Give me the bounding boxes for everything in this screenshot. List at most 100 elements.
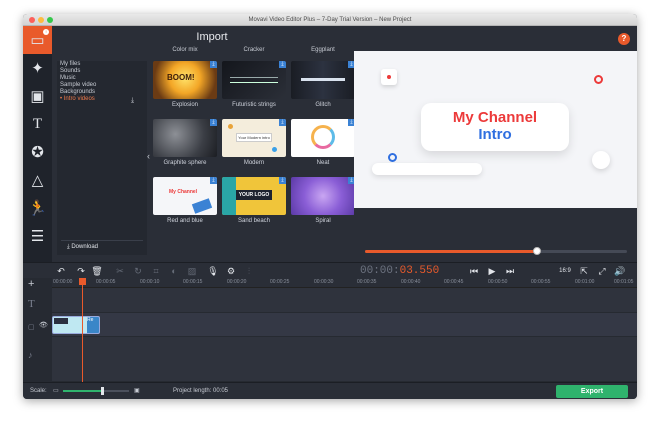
video-clip[interactable]: Re (52, 316, 100, 334)
more-tools-button[interactable]: 🏃 (23, 194, 52, 222)
minimize-window-button[interactable] (38, 17, 44, 23)
thumb-caption: Glitch (315, 102, 331, 108)
thumb-graphite-sphere[interactable]: ⤓ (153, 119, 217, 157)
zoom-window-button[interactable] (47, 17, 53, 23)
scale-handle[interactable] (101, 387, 105, 395)
settings-button[interactable]: ⚙ (224, 265, 238, 277)
play-icon: ▶ (488, 266, 496, 276)
thumb-caption: Modern (243, 160, 265, 166)
star-icon: ✪ (31, 144, 44, 161)
menu-button[interactable]: ☰ (23, 222, 52, 250)
download-icon[interactable]: ⤓ (210, 119, 217, 126)
audio-track[interactable] (52, 337, 637, 382)
close-window-button[interactable] (29, 17, 35, 23)
fullscreen-button[interactable]: ⤢ (595, 265, 609, 277)
aspect-ratio-button[interactable]: 16:9 (556, 265, 574, 277)
seek-handle[interactable] (532, 247, 541, 255)
download-icon[interactable]: ⤓ (210, 177, 217, 184)
video-track-icon: ▢ (28, 324, 35, 331)
rotate-button[interactable]: ↻ (131, 265, 145, 277)
crop-icon: ⌗ (153, 266, 159, 276)
scale-slider[interactable] (63, 387, 129, 395)
chevron-left-icon: ‹ (147, 151, 150, 161)
download-icon[interactable]: ⤓ (279, 177, 286, 184)
left-toolbar: ▭ ! ✦ ▣ T ✪ △ 🏃 ☰ (23, 26, 52, 262)
download-button[interactable]: ⤓ Download (61, 240, 143, 252)
undo-button[interactable]: ↶ (54, 265, 68, 277)
thumb-sand-beach[interactable]: YOUR LOGO ⤓ (222, 177, 286, 215)
title-track-icon: T (28, 298, 35, 310)
export-button[interactable]: Export (556, 385, 628, 398)
delete-button[interactable]: 🗑 (90, 265, 104, 277)
timeline[interactable]: + T ▢ ♪ 00:00:00 00:00:05 00:00:10 00:00… (23, 278, 637, 382)
import-icon: ▭ (30, 32, 45, 49)
scale-label: Scale: (30, 388, 47, 394)
skip-back-icon: ⏮ (469, 266, 479, 276)
contrast-icon: ◐ (171, 266, 177, 276)
skip-forward-icon: ⏭ (505, 266, 515, 276)
category-my-files[interactable]: My files (57, 61, 147, 68)
edit-toolbar: ↶ ↷ 🗑 ✂ ↻ ⌗ ◐ ▨ 🎙 ⚙ ⫶ 00:00:03.550 ⏮ ▶ ⏭… (23, 262, 637, 278)
category-backgrounds[interactable]: Backgrounds (57, 89, 147, 96)
column-header: Eggplant (311, 47, 335, 53)
shapes-icon: △ (31, 172, 44, 189)
clip-transition[interactable]: Re (87, 317, 99, 333)
play-button[interactable]: ▶ (485, 265, 499, 277)
crop-button[interactable]: ⌗ (149, 265, 163, 277)
thumb-glitch[interactable]: ⤓ (291, 61, 355, 99)
timeline-ruler[interactable]: 00:00:00 00:00:05 00:00:10 00:00:15 00:0… (52, 278, 637, 288)
titles-tool-button[interactable]: T (23, 110, 52, 138)
thumb-modern[interactable]: Your Modern intro ⤓ (222, 119, 286, 157)
thumb-caption: Graphite sphere (163, 160, 207, 166)
project-length-label: Project length: (173, 388, 212, 394)
column-header: Color mix (172, 47, 198, 53)
download-icon[interactable]: ⤓ (279, 61, 286, 68)
rotate-icon: ↻ (134, 266, 142, 276)
equalizer-button[interactable]: ⫶ (242, 265, 256, 277)
download-arrow-icon[interactable]: ⤓ (131, 97, 134, 105)
download-icon[interactable]: ⤓ (279, 119, 286, 126)
color-adjust-button[interactable]: ◐ (167, 265, 181, 277)
redo-button[interactable]: ↷ (74, 265, 88, 277)
category-sample-video[interactable]: Sample video (57, 82, 147, 89)
thumb-futuristic-strings[interactable]: ⤓ (222, 61, 286, 99)
record-audio-button[interactable]: 🎙 (206, 265, 220, 277)
thumb-explosion[interactable]: BOOM! ⤓ (153, 61, 217, 99)
filters-tool-button[interactable]: ✦ (23, 54, 52, 82)
slideshow-button[interactable]: ▨ (185, 265, 199, 277)
volume-button[interactable]: 🔊 (613, 265, 627, 277)
playback-seekbar[interactable] (365, 247, 627, 255)
collapse-panel-button[interactable]: ‹ (147, 151, 150, 161)
transitions-tool-button[interactable]: ▣ (23, 82, 52, 110)
thumb-neat[interactable]: ⤓ (291, 119, 355, 157)
category-music[interactable]: Music (57, 75, 147, 82)
stickers-tool-button[interactable]: ✪ (23, 138, 52, 166)
thumb-red-and-blue[interactable]: My Channel ⤓ (153, 177, 217, 215)
callouts-tool-button[interactable]: △ (23, 166, 52, 194)
cut-button[interactable]: ✂ (113, 265, 127, 277)
zoom-out-icon[interactable]: ▭ (53, 387, 59, 394)
running-man-icon: 🏃 (28, 200, 47, 217)
add-track-button[interactable]: + (28, 278, 34, 290)
snapshot-button[interactable]: ⇱ (577, 265, 591, 277)
next-button[interactable]: ⏭ (503, 265, 517, 277)
project-length-value: 00:05 (213, 388, 229, 394)
title-track[interactable] (52, 289, 637, 313)
playhead[interactable] (82, 278, 83, 382)
import-tool-button[interactable]: ▭ ! (23, 26, 52, 54)
download-icon[interactable]: ⤓ (210, 61, 217, 68)
eye-icon[interactable]: 👁 (39, 321, 48, 329)
category-sounds[interactable]: Sounds (57, 68, 147, 75)
magic-wand-icon: ✦ (31, 60, 44, 77)
playhead-handle[interactable] (79, 278, 86, 285)
thumb-spiral[interactable]: ⤓ (291, 177, 355, 215)
seek-progress (365, 250, 536, 253)
redo-icon: ↷ (77, 266, 85, 276)
zoom-in-icon[interactable]: ▣ (134, 387, 140, 394)
previous-button[interactable]: ⏮ (467, 265, 481, 277)
help-button[interactable]: ? (618, 33, 630, 45)
category-list: My files Sounds Music Sample video Backg… (57, 61, 147, 255)
app-window: Movavi Video Editor Plus – 7-Day Trial V… (23, 14, 637, 399)
video-track[interactable]: 👁 Re (39, 313, 637, 337)
undo-icon: ↶ (57, 266, 65, 276)
